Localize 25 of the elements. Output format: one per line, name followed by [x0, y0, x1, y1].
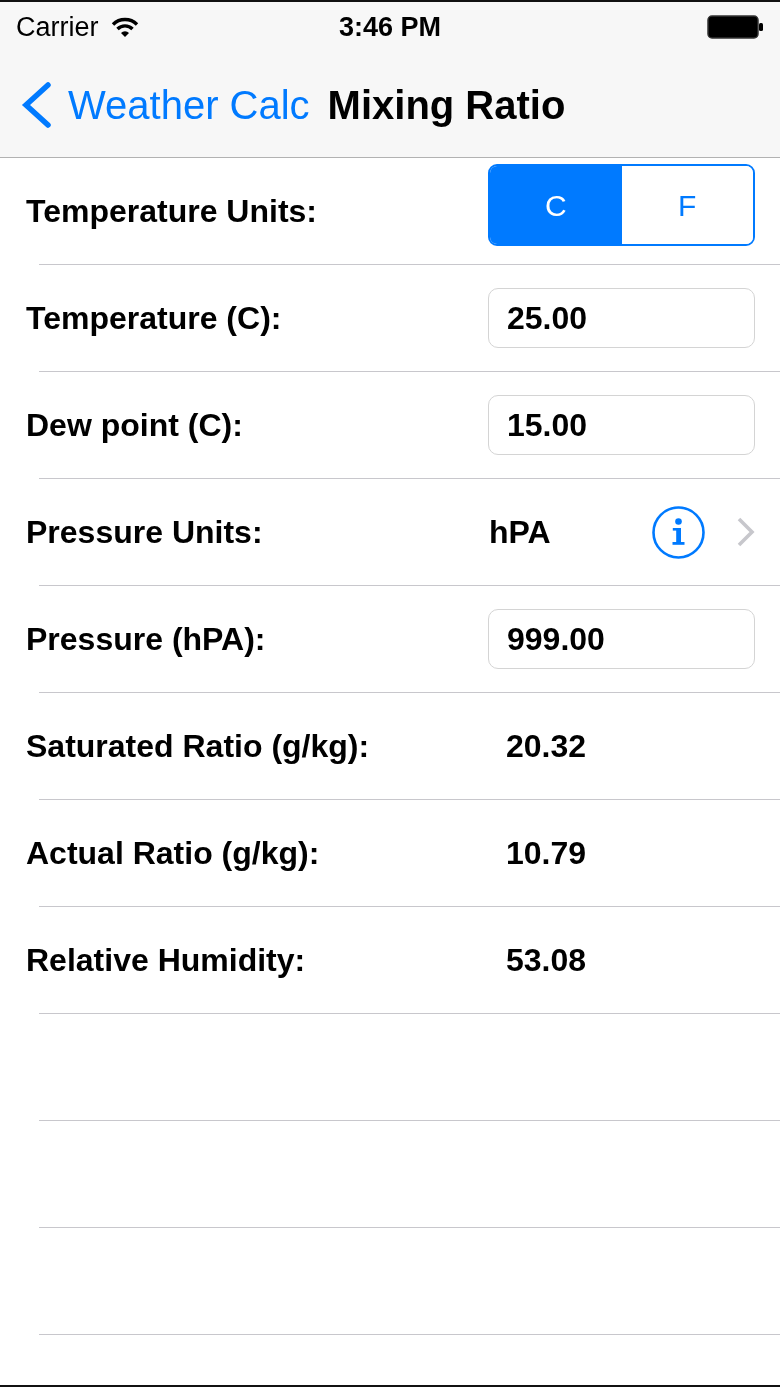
field-label: Dew point (C): [26, 406, 244, 445]
field-label: Relative Humidity: [26, 941, 307, 980]
unit-value: hPA [488, 513, 552, 552]
result-value: 20.32 [505, 727, 587, 766]
input-field[interactable]: 15.00 [488, 395, 755, 455]
field-label: Pressure Units: [26, 513, 264, 552]
carrier-label: Carrier [16, 10, 99, 44]
field-label: Temperature Units: [26, 192, 318, 231]
result-value: 53.08 [505, 941, 587, 980]
chevron-icon [736, 516, 755, 548]
unit-segment[interactable]: C [490, 166, 622, 244]
input-field[interactable]: 999.00 [488, 609, 755, 669]
battery-icon [707, 15, 764, 39]
result-value: 10.79 [505, 834, 587, 873]
screen-title: Mixing Ratio [327, 81, 566, 129]
info-icon[interactable] [652, 505, 705, 559]
field-label: Saturated Ratio (g/kg): [26, 727, 371, 766]
clock-time: 3:46 PM [338, 10, 441, 44]
field-label: Pressure (hPA): [26, 620, 267, 659]
field-label: Actual Ratio (g/kg): [26, 834, 321, 873]
input-field[interactable]: 25.00 [488, 288, 755, 348]
back-button[interactable]: Weather Calc [20, 74, 310, 135]
back-chevron-icon [20, 81, 52, 128]
field-label: Temperature (C): [26, 299, 283, 338]
wifi-icon [110, 17, 139, 37]
